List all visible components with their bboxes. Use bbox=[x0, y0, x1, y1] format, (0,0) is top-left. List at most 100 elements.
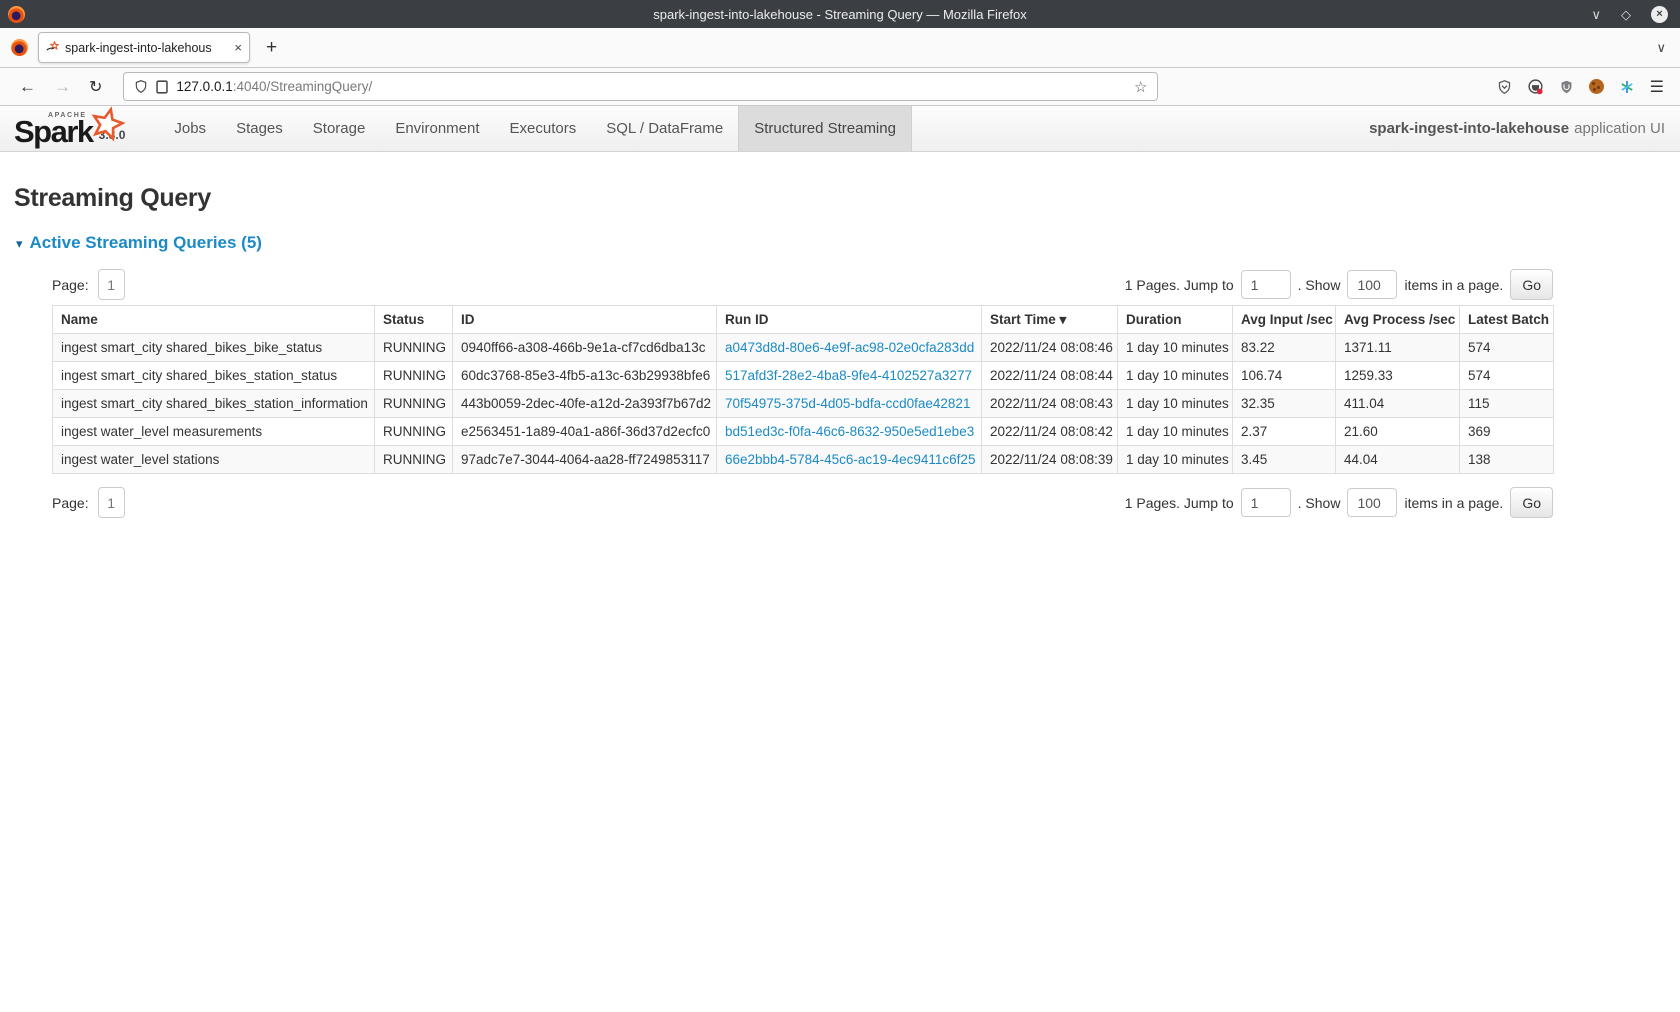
name-cell: ingest smart_city shared_bikes_station_s… bbox=[53, 362, 375, 390]
items-label: items in a page. bbox=[1404, 277, 1503, 293]
back-button[interactable]: ← bbox=[10, 77, 45, 97]
tracking-shield-icon[interactable] bbox=[134, 79, 148, 94]
show-label: . Show bbox=[1298, 495, 1341, 511]
bookmark-star-icon[interactable]: ☆ bbox=[1134, 78, 1147, 96]
maximize-button[interactable]: ◇ bbox=[1621, 8, 1631, 21]
ublock-shield-icon[interactable] bbox=[1559, 79, 1574, 95]
items-per-page-input[interactable] bbox=[1347, 488, 1397, 517]
avg-input-cell: 32.35 bbox=[1233, 390, 1336, 418]
run-id-cell: 517afd3f-28e2-4ba8-9fe4-4102527a3277 bbox=[717, 362, 982, 390]
nav-tab-stages[interactable]: Stages bbox=[221, 106, 298, 151]
pocket-shield-icon[interactable] bbox=[1497, 79, 1512, 95]
status-cell: RUNNING bbox=[375, 390, 453, 418]
spark-wordmark: Spark bbox=[14, 117, 93, 146]
column-header[interactable]: Name bbox=[53, 306, 375, 334]
name-cell: ingest smart_city shared_bikes_bike_stat… bbox=[53, 334, 375, 362]
firefox-view-icon[interactable] bbox=[11, 39, 28, 56]
column-header[interactable]: ID bbox=[453, 306, 717, 334]
column-header[interactable]: Run ID bbox=[717, 306, 982, 334]
spark-star-icon bbox=[88, 106, 126, 144]
hamburger-menu-icon[interactable]: ☰ bbox=[1650, 77, 1664, 97]
latest-batch-cell: 574 bbox=[1460, 334, 1554, 362]
url-path: :4040/StreamingQuery/ bbox=[233, 79, 373, 94]
tab-title: spark-ingest-into-lakehous bbox=[65, 41, 228, 55]
avg-input-cell: 83.22 bbox=[1233, 334, 1336, 362]
table-row: ingest smart_city shared_bikes_station_i… bbox=[53, 390, 1554, 418]
id-cell: 443b0059-2dec-40fe-a12d-2a393f7b67d2 bbox=[453, 390, 717, 418]
page-content: Streaming Query ▾ Active Streaming Queri… bbox=[0, 184, 1680, 518]
run-id-link[interactable]: bd51ed3c-f0fa-46c6-8632-950e5ed1ebe3 bbox=[725, 424, 974, 439]
status-cell: RUNNING bbox=[375, 334, 453, 362]
column-header[interactable]: Status bbox=[375, 306, 453, 334]
run-id-link[interactable]: 517afd3f-28e2-4ba8-9fe4-4102527a3277 bbox=[725, 368, 972, 383]
duration-cell: 1 day 10 minutes bbox=[1118, 390, 1233, 418]
latest-batch-cell: 115 bbox=[1460, 390, 1554, 418]
name-cell: ingest water_level stations bbox=[53, 446, 375, 474]
reload-button[interactable]: ↻ bbox=[80, 77, 111, 97]
column-header[interactable]: Start Time ▾ bbox=[982, 306, 1118, 334]
new-tab-button[interactable]: + bbox=[266, 37, 277, 59]
start-time-cell: 2022/11/24 08:08:42 bbox=[982, 418, 1118, 446]
url-host: 127.0.0.1 bbox=[176, 79, 232, 94]
column-header[interactable]: Duration bbox=[1118, 306, 1233, 334]
items-per-page-input[interactable] bbox=[1347, 270, 1397, 299]
go-button[interactable]: Go bbox=[1510, 269, 1553, 300]
list-tabs-chevron-icon[interactable]: ∨ bbox=[1656, 40, 1666, 56]
name-cell: ingest smart_city shared_bikes_station_i… bbox=[53, 390, 375, 418]
nav-tab-jobs[interactable]: Jobs bbox=[159, 106, 221, 151]
active-queries-toggle[interactable]: ▾ Active Streaming Queries (5) bbox=[16, 233, 1666, 253]
table-area: Page: 1 1 Pages. Jump to . Show items in… bbox=[52, 269, 1553, 518]
run-id-link[interactable]: a0473d8d-80e6-4e9f-ac98-02e0cfa283dd bbox=[725, 340, 974, 355]
nav-tab-sql-dataframe[interactable]: SQL / DataFrame bbox=[591, 106, 738, 151]
status-cell: RUNNING bbox=[375, 446, 453, 474]
show-label: . Show bbox=[1298, 277, 1341, 293]
asterisk-extension-icon[interactable] bbox=[1619, 79, 1635, 95]
page-number-button[interactable]: 1 bbox=[98, 269, 125, 300]
column-header[interactable]: Latest Batch bbox=[1460, 306, 1554, 334]
latest-batch-cell: 574 bbox=[1460, 362, 1554, 390]
spark-logo[interactable]: APACHE Spark 3.3.0 bbox=[0, 106, 159, 151]
id-cell: 97adc7e7-3044-4064-aa28-ff7249853117 bbox=[453, 446, 717, 474]
name-cell: ingest water_level measurements bbox=[53, 418, 375, 446]
nav-tab-structured-streaming[interactable]: Structured Streaming bbox=[738, 106, 912, 151]
duration-cell: 1 day 10 minutes bbox=[1118, 334, 1233, 362]
tab-bar: spark-ingest-into-lakehous × + ∨ bbox=[0, 28, 1680, 68]
duration-cell: 1 day 10 minutes bbox=[1118, 446, 1233, 474]
run-id-cell: 66e2bbb4-5784-45c6-ac19-4ec9411c6f25 bbox=[717, 446, 982, 474]
start-time-cell: 2022/11/24 08:08:46 bbox=[982, 334, 1118, 362]
collapse-caret-icon: ▾ bbox=[16, 237, 23, 250]
go-button[interactable]: Go bbox=[1510, 487, 1553, 518]
run-id-link[interactable]: 66e2bbb4-5784-45c6-ac19-4ec9411c6f25 bbox=[725, 452, 975, 467]
app-ui-label: spark-ingest-into-lakehouse application … bbox=[1369, 106, 1680, 151]
cookie-icon[interactable] bbox=[1589, 79, 1604, 94]
table-row: ingest water_level measurementsRUNNINGe2… bbox=[53, 418, 1554, 446]
close-button[interactable]: × bbox=[1651, 6, 1668, 23]
tab-close-icon[interactable]: × bbox=[234, 40, 242, 55]
url-bar[interactable]: 127.0.0.1:4040/StreamingQuery/ ☆ bbox=[123, 72, 1158, 101]
extension-icons: ☰ bbox=[1497, 77, 1670, 97]
page-label: Page: bbox=[52, 277, 89, 293]
id-cell: 60dc3768-85e3-4fb5-a13c-63b29938bfe6 bbox=[453, 362, 717, 390]
page-number-button[interactable]: 1 bbox=[98, 487, 125, 518]
nav-tab-environment[interactable]: Environment bbox=[380, 106, 494, 151]
jump-to-page-input[interactable] bbox=[1241, 488, 1291, 517]
window-title: spark-ingest-into-lakehouse - Streaming … bbox=[0, 7, 1680, 22]
url-text[interactable]: 127.0.0.1:4040/StreamingQuery/ bbox=[176, 79, 372, 94]
pages-summary: 1 Pages. Jump to bbox=[1125, 495, 1234, 511]
page-info-icon[interactable] bbox=[156, 80, 168, 94]
status-cell: RUNNING bbox=[375, 418, 453, 446]
minimize-button[interactable]: ∨ bbox=[1591, 8, 1601, 21]
mask-badge-icon[interactable] bbox=[1527, 78, 1544, 95]
pages-summary: 1 Pages. Jump to bbox=[1125, 277, 1234, 293]
browser-tab[interactable]: spark-ingest-into-lakehous × bbox=[38, 32, 250, 63]
table-row: ingest water_level stationsRUNNING97adc7… bbox=[53, 446, 1554, 474]
jump-to-page-input[interactable] bbox=[1241, 270, 1291, 299]
column-header[interactable]: Avg Input /sec bbox=[1233, 306, 1336, 334]
nav-tab-executors[interactable]: Executors bbox=[495, 106, 592, 151]
nav-tab-storage[interactable]: Storage bbox=[298, 106, 381, 151]
latest-batch-cell: 138 bbox=[1460, 446, 1554, 474]
run-id-cell: 70f54975-375d-4d05-bdfa-ccd0fae42821 bbox=[717, 390, 982, 418]
avg-process-cell: 21.60 bbox=[1336, 418, 1460, 446]
column-header[interactable]: Avg Process /sec bbox=[1336, 306, 1460, 334]
run-id-link[interactable]: 70f54975-375d-4d05-bdfa-ccd0fae42821 bbox=[725, 396, 970, 411]
